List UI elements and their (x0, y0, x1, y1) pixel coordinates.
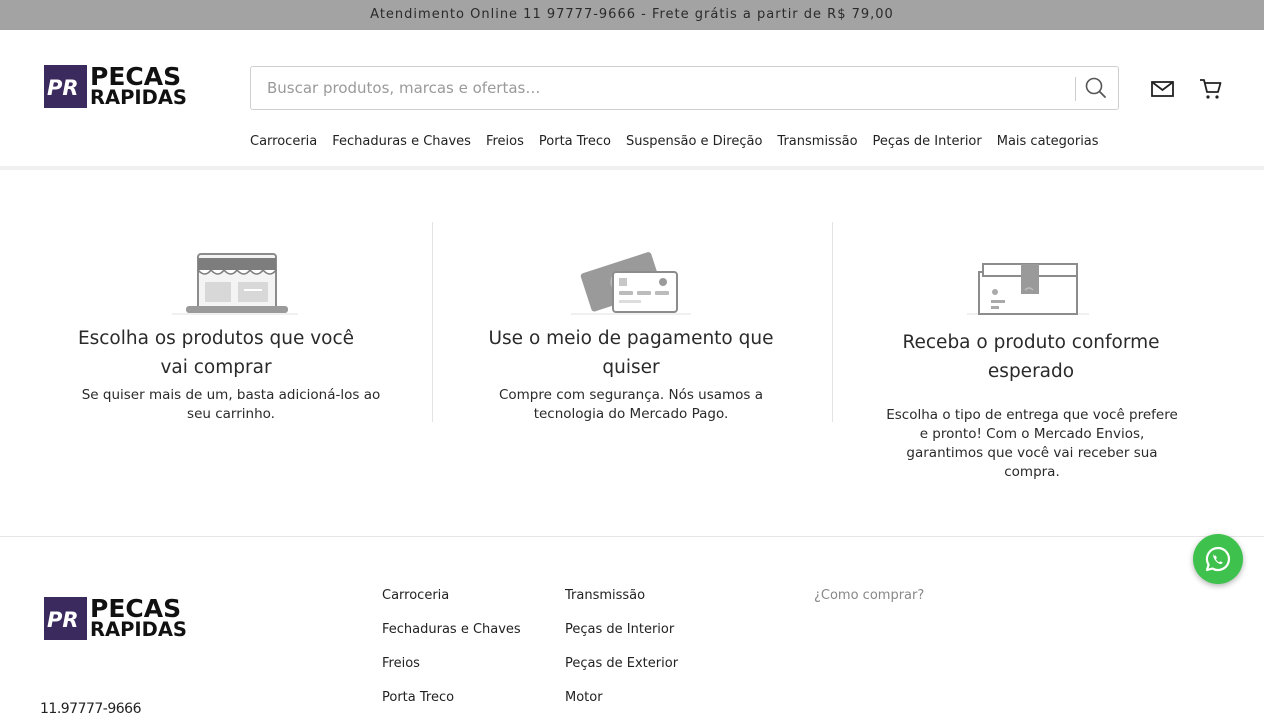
search-divider (1075, 77, 1076, 101)
cart-icon (1200, 79, 1222, 99)
footer: PR PECAS RAPIDAS Carroceria Fechaduras e… (0, 537, 1264, 719)
nav-item-suspensao[interactable]: Suspensão e Direção (626, 134, 762, 149)
nav-item-porta-treco[interactable]: Porta Treco (539, 134, 611, 149)
cart-button[interactable] (1198, 77, 1224, 105)
footer-links-col-1: Carroceria Fechaduras e Chaves Freios Po… (382, 588, 521, 719)
search-bar (250, 66, 1119, 110)
footer-link[interactable]: Transmissão (565, 588, 678, 622)
footer-link[interactable]: Freios (382, 656, 521, 690)
logo-mark-icon: PR (44, 597, 87, 640)
search-input[interactable] (252, 68, 1072, 108)
footer-link[interactable]: Carroceria (382, 588, 521, 622)
logo-word-2: RAPIDAS (90, 85, 187, 109)
footer-phone: 11.97777-9666 (40, 701, 141, 717)
footer-link[interactable]: Peças de Interior (565, 622, 678, 656)
storefront-laptop-icon (172, 244, 298, 322)
step-3-title: Receba o produto conforme esperado (902, 332, 1160, 382)
announcement-text: Atendimento Online 11 97777-9666 - Frete… (370, 7, 894, 22)
footer-link[interactable]: Motor (565, 690, 678, 719)
mail-icon (1151, 81, 1174, 97)
search-button[interactable] (1083, 75, 1109, 101)
whatsapp-button[interactable] (1193, 534, 1243, 584)
nav-item-freios[interactable]: Freios (486, 134, 524, 149)
step-divider (832, 222, 833, 422)
search-icon (1085, 77, 1106, 98)
step-divider (432, 222, 433, 422)
nav-item-mais-categorias[interactable]: Mais categorias (997, 134, 1099, 149)
step-2-text: Compre com segurança. Nós usamos a tecno… (498, 387, 764, 422)
footer-link[interactable]: Peças de Exterior (565, 656, 678, 690)
nav-item-transmissao[interactable]: Transmissão (777, 134, 857, 149)
shipping-box-icon (967, 258, 1089, 322)
footer-link[interactable]: Fechaduras e Chaves (382, 622, 521, 656)
header: PR PECAS RAPIDAS Carroceria (0, 30, 1264, 170)
nav-item-pecas-interior[interactable]: Peças de Interior (873, 134, 982, 149)
brand-logo[interactable]: PR PECAS RAPIDAS (44, 61, 187, 109)
footer-link[interactable]: Porta Treco (382, 690, 521, 719)
logo-mark-icon: PR (44, 65, 87, 108)
mail-button[interactable] (1150, 79, 1176, 103)
whatsapp-icon (1205, 546, 1230, 572)
how-to-buy-section: Escolha os produtos que você vai comprar… (0, 222, 1264, 482)
step-2-title: Use o meio de pagamento que quiser (488, 328, 774, 378)
svg-text:PR: PR (47, 608, 79, 632)
step-1-title: Escolha os produtos que você vai comprar (77, 328, 355, 378)
how-to-buy-link[interactable]: ¿Como comprar? (814, 588, 924, 603)
svg-text:PR: PR (47, 76, 79, 100)
nav-item-carroceria[interactable]: Carroceria (250, 134, 317, 149)
logo-word-1: PECAS (90, 61, 182, 91)
nav-item-fechaduras[interactable]: Fechaduras e Chaves (332, 134, 471, 149)
logo-word-2: RAPIDAS (90, 617, 187, 641)
logo-word-1: PECAS (90, 593, 182, 623)
category-nav: Carroceria Fechaduras e Chaves Freios Po… (250, 134, 1114, 149)
step-3-text: Escolha o tipo de entrega que você prefe… (886, 407, 1178, 480)
footer-brand-logo[interactable]: PR PECAS RAPIDAS (44, 593, 187, 641)
step-1-text: Se quiser mais de um, basta adicioná-los… (81, 387, 381, 422)
announcement-bar: Atendimento Online 11 97777-9666 - Frete… (0, 0, 1264, 30)
footer-links-col-2: Transmissão Peças de Interior Peças de E… (565, 588, 678, 719)
payment-cards-icon: $ (571, 246, 691, 322)
